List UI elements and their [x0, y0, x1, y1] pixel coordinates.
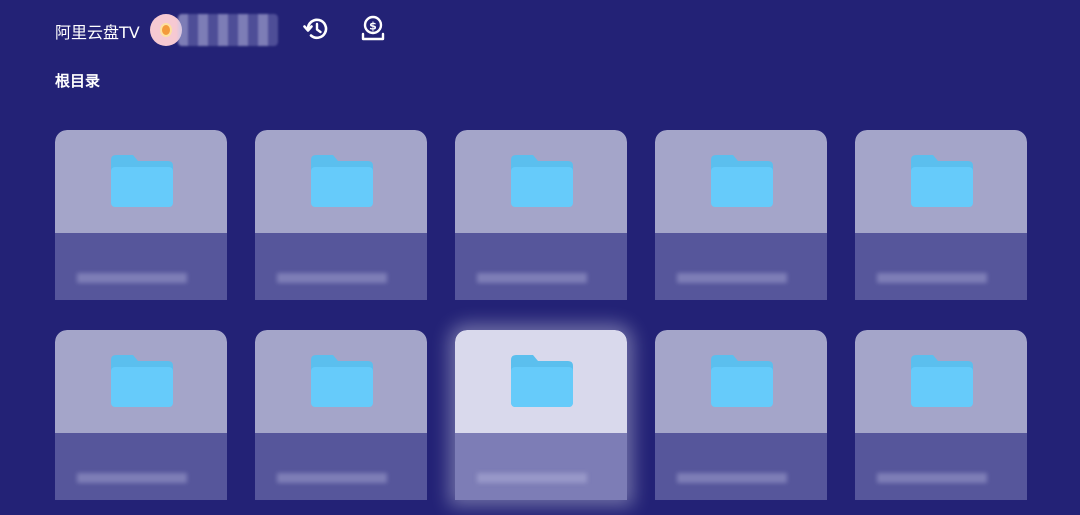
folder-card[interactable]: [655, 130, 827, 300]
folder-date: [477, 473, 587, 483]
folder-card[interactable]: [255, 130, 427, 300]
folder-date: [677, 473, 787, 483]
history-icon: [303, 18, 328, 40]
folder-icon: [111, 355, 173, 407]
folder-card[interactable]: [255, 330, 427, 500]
folder-info: [855, 433, 1027, 500]
folder-date: [77, 273, 187, 283]
folder-info: [655, 433, 827, 500]
folder-info: [455, 433, 627, 500]
folder-date: [77, 473, 187, 483]
history-button[interactable]: [302, 14, 332, 44]
folder-grid: [55, 130, 1028, 500]
folder-card[interactable]: [855, 330, 1027, 500]
app-title: 阿里云盘TV: [55, 23, 140, 42]
top-bar: 阿里云盘TV $: [0, 0, 1080, 60]
folder-icon: [111, 155, 173, 207]
folder-info: [55, 433, 227, 500]
folder-info: [855, 233, 1027, 300]
folder-icon: [311, 155, 373, 207]
folder-card[interactable]: [455, 330, 627, 500]
folder-thumbnail: [255, 330, 427, 433]
folder-thumbnail: [655, 330, 827, 433]
folder-icon: [511, 155, 573, 207]
folder-icon: [911, 355, 973, 407]
sponsor-button[interactable]: $: [358, 14, 388, 44]
folder-thumbnail: [855, 330, 1027, 433]
folder-thumbnail: [55, 330, 227, 433]
breadcrumb: 根目录: [55, 72, 101, 90]
folder-card[interactable]: [455, 130, 627, 300]
folder-icon: [511, 355, 573, 407]
folder-thumbnail: [55, 130, 227, 233]
folder-icon: [711, 355, 773, 407]
folder-info: [255, 433, 427, 500]
donate-icon: $: [361, 15, 385, 41]
folder-icon: [711, 155, 773, 207]
folder-info: [255, 233, 427, 300]
folder-thumbnail: [455, 130, 627, 233]
folder-card[interactable]: [55, 130, 227, 300]
svg-text:$: $: [369, 20, 377, 33]
folder-card[interactable]: [855, 130, 1027, 300]
avatar-image: [160, 23, 172, 37]
folder-date: [877, 273, 987, 283]
folder-card[interactable]: [655, 330, 827, 500]
folder-icon: [311, 355, 373, 407]
folder-icon: [911, 155, 973, 207]
folder-date: [677, 273, 787, 283]
folder-info: [55, 233, 227, 300]
folder-date: [477, 273, 587, 283]
folder-thumbnail: [655, 130, 827, 233]
username: [178, 14, 278, 46]
folder-date: [277, 473, 387, 483]
folder-info: [455, 233, 627, 300]
folder-info: [655, 233, 827, 300]
folder-thumbnail: [855, 130, 1027, 233]
folder-thumbnail: [255, 130, 427, 233]
folder-date: [277, 273, 387, 283]
folder-date: [877, 473, 987, 483]
folder-thumbnail: [455, 330, 627, 433]
folder-card[interactable]: [55, 330, 227, 500]
